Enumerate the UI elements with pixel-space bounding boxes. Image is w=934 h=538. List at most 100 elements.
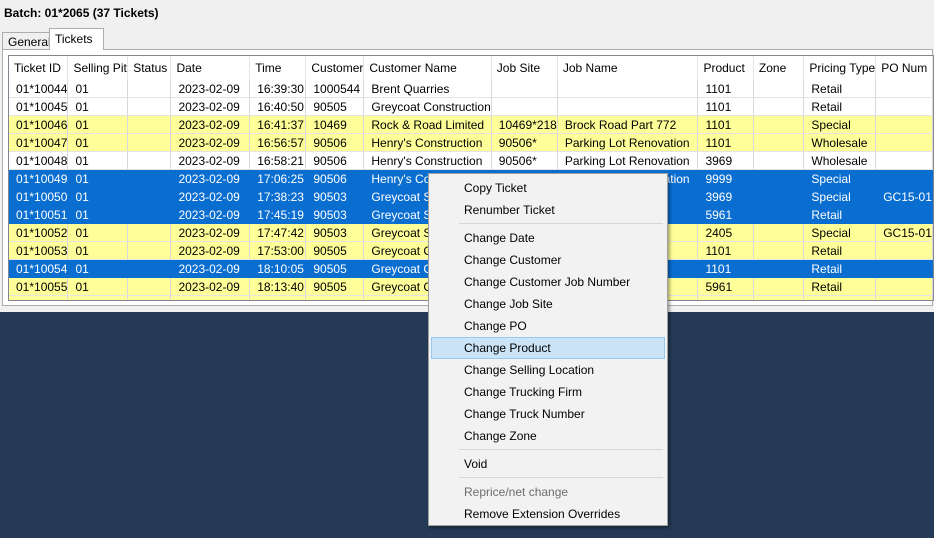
table-cell <box>875 80 933 98</box>
menu-item-renumber-ticket[interactable]: Renumber Ticket <box>431 199 665 221</box>
table-cell <box>127 151 172 170</box>
table-cell: 01 <box>67 133 129 152</box>
table-cell <box>875 133 933 152</box>
table-cell: 2023-02-09 <box>170 259 251 278</box>
table-cell <box>127 295 172 300</box>
table-cell: Parking Lot Renovation <box>557 133 699 152</box>
menu-item-change-zone[interactable]: Change Zone <box>431 425 665 447</box>
table-cell: 17:47:42 <box>249 223 307 242</box>
table-cell: 5961 <box>697 205 754 224</box>
table-cell: 90503 <box>305 187 365 206</box>
table-row[interactable]: 01*10044 01 2023-02-09 16:39:30 1000544 Brent… <box>9 80 933 98</box>
table-cell: 90506 <box>305 295 365 300</box>
table-cell <box>127 223 172 242</box>
table-cell: 1000544 <box>305 80 365 98</box>
table-cell: 90505 <box>305 241 365 260</box>
column-header-pricing-type[interactable]: Pricing Type <box>803 56 877 80</box>
column-header-customer-name[interactable]: Customer Name <box>363 56 492 80</box>
table-cell <box>127 80 172 98</box>
menu-item-copy-ticket[interactable]: Copy Ticket <box>431 177 665 199</box>
table-cell: 01*10052 <box>9 223 69 242</box>
table-cell <box>491 80 558 98</box>
table-cell: Brock Road Part 772 <box>557 115 699 134</box>
column-header-selling-pit[interactable]: Selling Pit <box>67 56 129 80</box>
table-cell: 90506* <box>491 151 558 170</box>
table-cell: 2023-02-09 <box>170 223 251 242</box>
table-cell: 2023-02-09 <box>170 205 251 224</box>
menu-item-change-trucking-firm[interactable]: Change Trucking Firm <box>431 381 665 403</box>
table-row[interactable]: 01*10046 01 2023-02-09 16:41:37 10469 Rock & … <box>9 115 933 134</box>
table-cell: 90505 <box>305 277 365 296</box>
table-cell: 16:39:30 <box>249 80 307 98</box>
table-cell <box>753 277 805 296</box>
table-cell <box>127 277 172 296</box>
menu-item-remove-extension-overrides[interactable]: Remove Extension Overrides <box>431 503 665 525</box>
tab-general[interactable]: General <box>2 32 51 50</box>
table-cell: 01*10045 <box>9 97 69 116</box>
table-row[interactable]: 01*10045 01 2023-02-09 16:40:50 90505 Greycoa… <box>9 97 933 116</box>
table-cell <box>127 133 172 152</box>
table-cell <box>127 187 172 206</box>
table-cell <box>753 295 805 300</box>
column-header-customer[interactable]: Customer <box>305 56 365 80</box>
column-header-job-site[interactable]: Job Site <box>491 56 558 80</box>
table-cell: 3969 <box>697 151 754 170</box>
table-cell: 01*10056 <box>9 295 69 300</box>
table-cell <box>127 169 172 188</box>
table-cell <box>753 115 805 134</box>
table-row[interactable]: 01*10047 01 2023-02-09 16:56:57 90506 Henry's… <box>9 133 933 152</box>
tab-tickets[interactable]: Tickets <box>49 28 104 50</box>
menu-item-reprice-net-change: Reprice/net change <box>464 485 569 499</box>
table-cell: 01*10044 <box>9 80 69 98</box>
column-header-job-name[interactable]: Job Name <box>557 56 699 80</box>
table-cell <box>875 241 933 260</box>
menu-item-change-job-site[interactable]: Change Job Site <box>431 293 665 315</box>
menu-item-change-date[interactable]: Change Date <box>431 227 665 249</box>
menu-item-change-selling-location[interactable]: Change Selling Location <box>431 359 665 381</box>
table-cell: 01 <box>67 151 129 170</box>
table-cell: 2405 <box>697 223 754 242</box>
table-cell <box>127 259 172 278</box>
table-cell <box>753 151 805 170</box>
table-cell: GC15-01 <box>875 187 933 206</box>
table-cell <box>557 97 699 116</box>
column-header-status[interactable]: Status <box>127 56 172 80</box>
table-cell: 1101 <box>697 115 754 134</box>
table-row[interactable]: 01*10048 01 2023-02-09 16:58:21 90506 Henry's… <box>9 151 933 170</box>
column-header-product[interactable]: Product <box>697 56 754 80</box>
table-cell: 90506 <box>305 133 365 152</box>
table-cell: 01*10047 <box>9 133 69 152</box>
menu-item-change-customer[interactable]: Change Customer <box>431 249 665 271</box>
table-cell: 90505 <box>305 97 365 116</box>
table-cell: 16:41:37 <box>249 115 307 134</box>
table-cell <box>875 115 933 134</box>
table-cell: 01*10048 <box>9 151 69 170</box>
menu-item-change-product[interactable]: Change Product <box>431 337 665 359</box>
table-cell: 01 <box>67 295 129 300</box>
menu-item-change-customer-job-number[interactable]: Change Customer Job Number <box>431 271 665 293</box>
table-cell <box>557 80 699 98</box>
table-cell: 01 <box>67 277 129 296</box>
table-cell: Greycoat Construction <box>363 97 492 116</box>
menu-separator <box>459 477 663 478</box>
table-cell <box>875 259 933 278</box>
column-header-ticket-id[interactable]: Ticket ID <box>9 56 69 80</box>
table-cell <box>875 97 933 116</box>
table-cell: Wholesale <box>803 133 877 152</box>
table-cell: 5961 <box>697 295 754 300</box>
column-header-po-num[interactable]: PO Num <box>875 56 933 80</box>
table-cell: Rock & Road Limited <box>363 115 492 134</box>
table-cell: 5961 <box>697 277 754 296</box>
table-cell: Henry's Construction <box>363 133 492 152</box>
column-header-time[interactable]: Time <box>249 56 307 80</box>
column-header-zone[interactable]: Zone <box>753 56 805 80</box>
table-cell <box>127 97 172 116</box>
table-cell <box>875 205 933 224</box>
menu-item-void[interactable]: Void <box>431 453 665 475</box>
menu-item-change-po[interactable]: Change PO <box>431 315 665 337</box>
table-cell: 01 <box>67 169 129 188</box>
menu-item-change-truck-number[interactable]: Change Truck Number <box>431 403 665 425</box>
column-header-date[interactable]: Date <box>170 56 251 80</box>
table-cell <box>753 169 805 188</box>
table-cell: 01 <box>67 259 129 278</box>
